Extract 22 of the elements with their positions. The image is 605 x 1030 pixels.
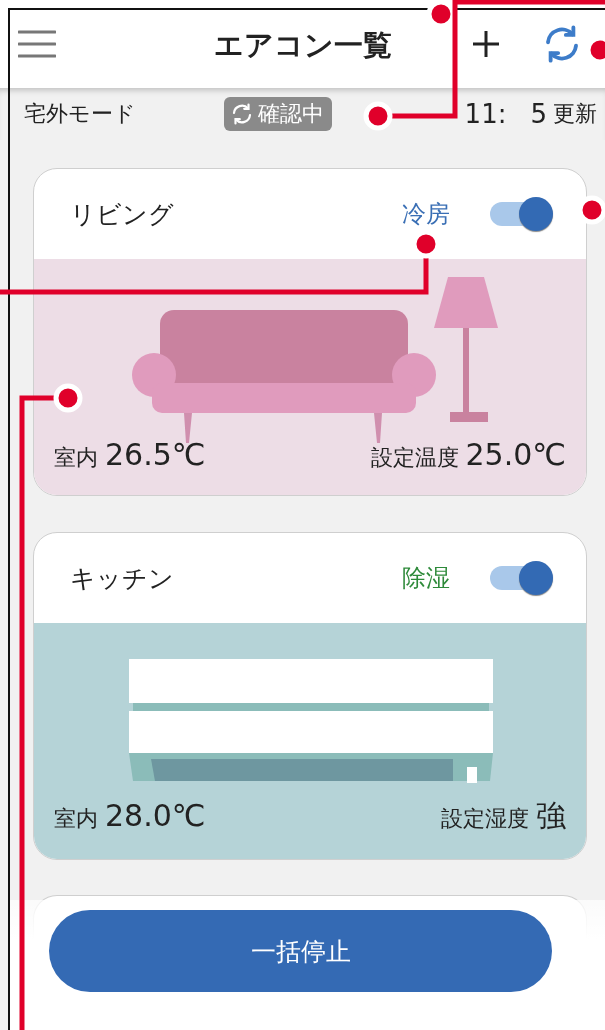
- indoor-temperature: 室内 26.5℃: [54, 437, 206, 473]
- menu-button[interactable]: [18, 30, 56, 58]
- update-time: 11:: [464, 99, 507, 129]
- indoor-temperature: 室内 28.0℃: [54, 798, 206, 834]
- stop-all-button[interactable]: 一括停止: [49, 910, 552, 992]
- setting-value: 設定湿度 強: [441, 797, 566, 835]
- checking-label: 確認中: [258, 100, 324, 128]
- room-card[interactable]: キッチン 除湿 室内 28.0℃ 設定湿度 強: [33, 532, 587, 860]
- mode-label: 除湿: [402, 563, 450, 594]
- room-card[interactable]: リビング 冷房 室内 26.5℃ 設定温度 25.0℃: [33, 168, 587, 496]
- update-time: 5: [530, 99, 547, 129]
- room-name: キッチン: [70, 562, 174, 595]
- power-toggle[interactable]: [490, 560, 554, 596]
- updated-label: 更新: [553, 100, 597, 128]
- refresh-icon: [230, 102, 254, 126]
- mode-label: 冷房: [402, 199, 450, 230]
- page-title: エアコン一覧: [213, 27, 392, 64]
- mode-label: 宅外モード: [24, 100, 136, 128]
- power-toggle[interactable]: [490, 196, 554, 232]
- setting-value: 設定温度 25.0℃: [370, 437, 566, 473]
- room-name: リビング: [70, 198, 174, 231]
- add-button[interactable]: [473, 31, 499, 57]
